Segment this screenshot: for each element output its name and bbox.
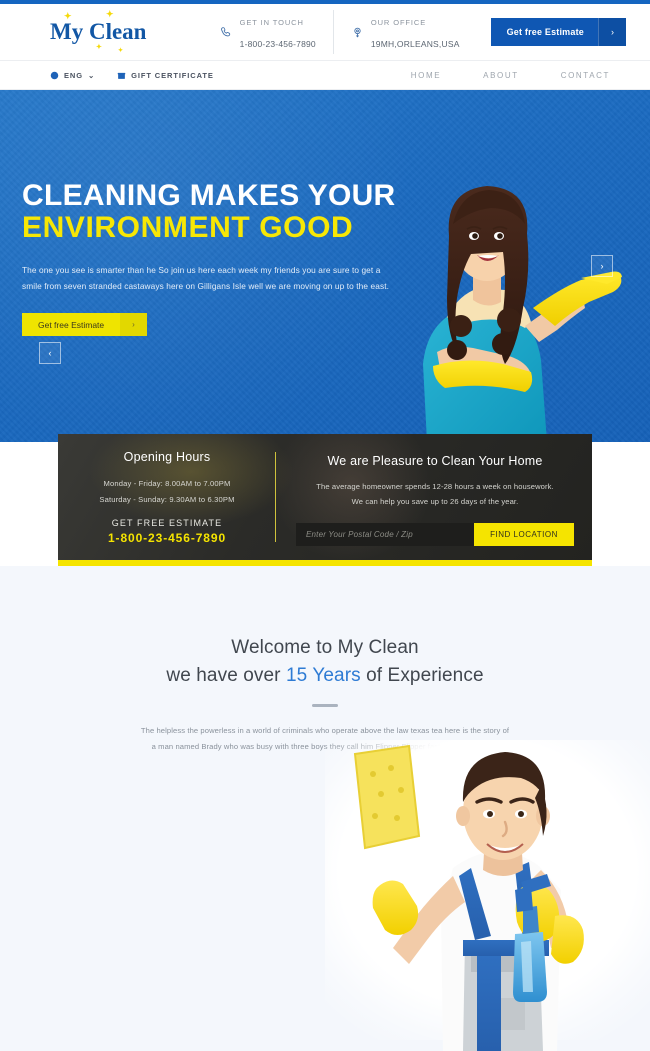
language-label: ENG [64,70,83,80]
main-navigation: HOME ABOUT CONTACT [411,71,610,80]
welcome-title-line1: Welcome to My Clean [231,637,419,658]
sparkle-icon: ✦ [96,43,102,51]
get-free-estimate-label: GET FREE ESTIMATE [111,518,223,529]
opening-hours-title: Opening Hours [123,450,211,464]
welcome-header: Welcome to My Clean we have over 15 Year… [0,566,650,755]
description-line: We can help you save up to 26 days of th… [351,496,519,506]
chevron-right-icon: › [598,18,626,46]
find-location-block: We are Pleasure to Clean Your Home The a… [276,434,592,560]
pleasure-title: We are Pleasure to Clean Your Home [327,454,543,468]
page-root: ✦ ✦ ✦ ✦ My Clean GET IN TOUCH 1-800-23-4… [0,0,650,1051]
logo-text: My Clean [50,19,147,44]
gift-icon [117,71,126,80]
welcome-title-line2-pre: we have over [166,664,286,686]
cleaner-man-image [353,744,584,1051]
gift-certificate-label: GIFT CERTIFICATE [131,70,214,80]
site-logo[interactable]: ✦ ✦ ✦ ✦ My Clean [50,10,147,55]
site-header: ✦ ✦ ✦ ✦ My Clean GET IN TOUCH 1-800-23-4… [0,4,650,60]
nav-link-about[interactable]: ABOUT [483,71,519,80]
chevron-down-icon: ⌄ [87,70,96,80]
pleasure-description: The average homeowner spends 12-28 hours… [296,480,574,510]
hours-row: Saturday - Sunday: 9.30AM to 6.30PM [99,494,235,504]
sparkle-icon: ✦ [118,48,124,54]
hero-title: CLEANING MAKES YOUR ENVIRONMENT GOOD [22,179,422,245]
sparkle-icon: ✦ [106,9,114,19]
contact-label: GET IN TOUCH [239,18,304,28]
section-divider [312,704,338,708]
phone-icon [220,26,233,39]
nav-link-home[interactable]: HOME [411,71,441,80]
worker-image-wrapper [325,740,650,1051]
hours-row: Monday - Friday: 8.00AM to 7.00PM [103,479,231,488]
chevron-right-icon: › [120,313,147,337]
hero-banner: CLEANING MAKES YOUR ENVIRONMENT GOOD The… [0,90,650,442]
postal-code-input[interactable] [296,522,474,546]
welcome-title-line2-post: of Experience [360,664,484,686]
button-label: Get free Estimate [38,319,105,330]
language-selector[interactable]: ENG ⌄ [50,71,95,80]
site-navbar: ENG ⌄ GIFT CERTIFICATE HOME ABOUT CONTAC… [0,60,650,90]
info-band: Opening Hours Monday - Friday: 8.00AM to… [58,434,592,566]
hero-paragraph: The one you see is smarter than he So jo… [22,264,390,291]
header-contact-group: GET IN TOUCH 1-800-23-456-7890 OUR OFFIC… [203,10,477,54]
gift-certificate-link[interactable]: GIFT CERTIFICATE [117,71,214,80]
contact-value: 19MH,ORLEANS,USA [370,39,460,49]
contact-value: 1-800-23-456-7890 [239,39,316,49]
hero-title-line2: ENVIRONMENT GOOD [22,211,354,245]
paragraph-line: The helpless the powerless in a world of… [140,726,510,736]
opening-hours-block: Opening Hours Monday - Friday: 8.00AM to… [58,434,276,560]
contact-our-office[interactable]: OUR OFFICE 19MH,ORLEANS,USA [332,10,477,54]
nav-link-contact[interactable]: CONTACT [561,71,610,80]
hero-get-free-estimate-button[interactable]: Get free Estimate › [22,313,147,337]
globe-icon [50,71,59,80]
location-pin-icon [351,26,364,39]
contact-label: OUR OFFICE [370,18,427,28]
welcome-title: Welcome to My Clean we have over 15 Year… [0,634,650,689]
sparkle-icon: ✦ [64,11,72,21]
description-line: The average homeowner spends 12-28 hours… [316,482,554,491]
estimate-phone-number[interactable]: 1-800-23-456-7890 [68,531,266,545]
welcome-title-accent: 15 Years [285,664,361,686]
opening-hours-list: Monday - Friday: 8.00AM to 7.00PM Saturd… [68,476,266,507]
welcome-section: Welcome to My Clean we have over 15 Year… [0,566,650,1051]
navbar-utilities: ENG ⌄ GIFT CERTIFICATE [50,71,214,80]
find-location-button[interactable]: FIND LOCATION [474,522,574,546]
slider-next-button[interactable]: › [591,255,613,277]
hero-copy: CLEANING MAKES YOUR ENVIRONMENT GOOD The… [22,179,422,337]
find-location-form: FIND LOCATION [296,522,574,546]
header-get-free-estimate-button[interactable]: Get free Estimate › [490,18,626,46]
button-label: Get free Estimate [506,27,584,37]
contact-get-in-touch[interactable]: GET IN TOUCH 1-800-23-456-7890 [203,10,333,53]
hero-title-line1: CLEANING MAKES YOUR [22,179,396,212]
slider-prev-button[interactable]: ‹ [39,342,61,364]
